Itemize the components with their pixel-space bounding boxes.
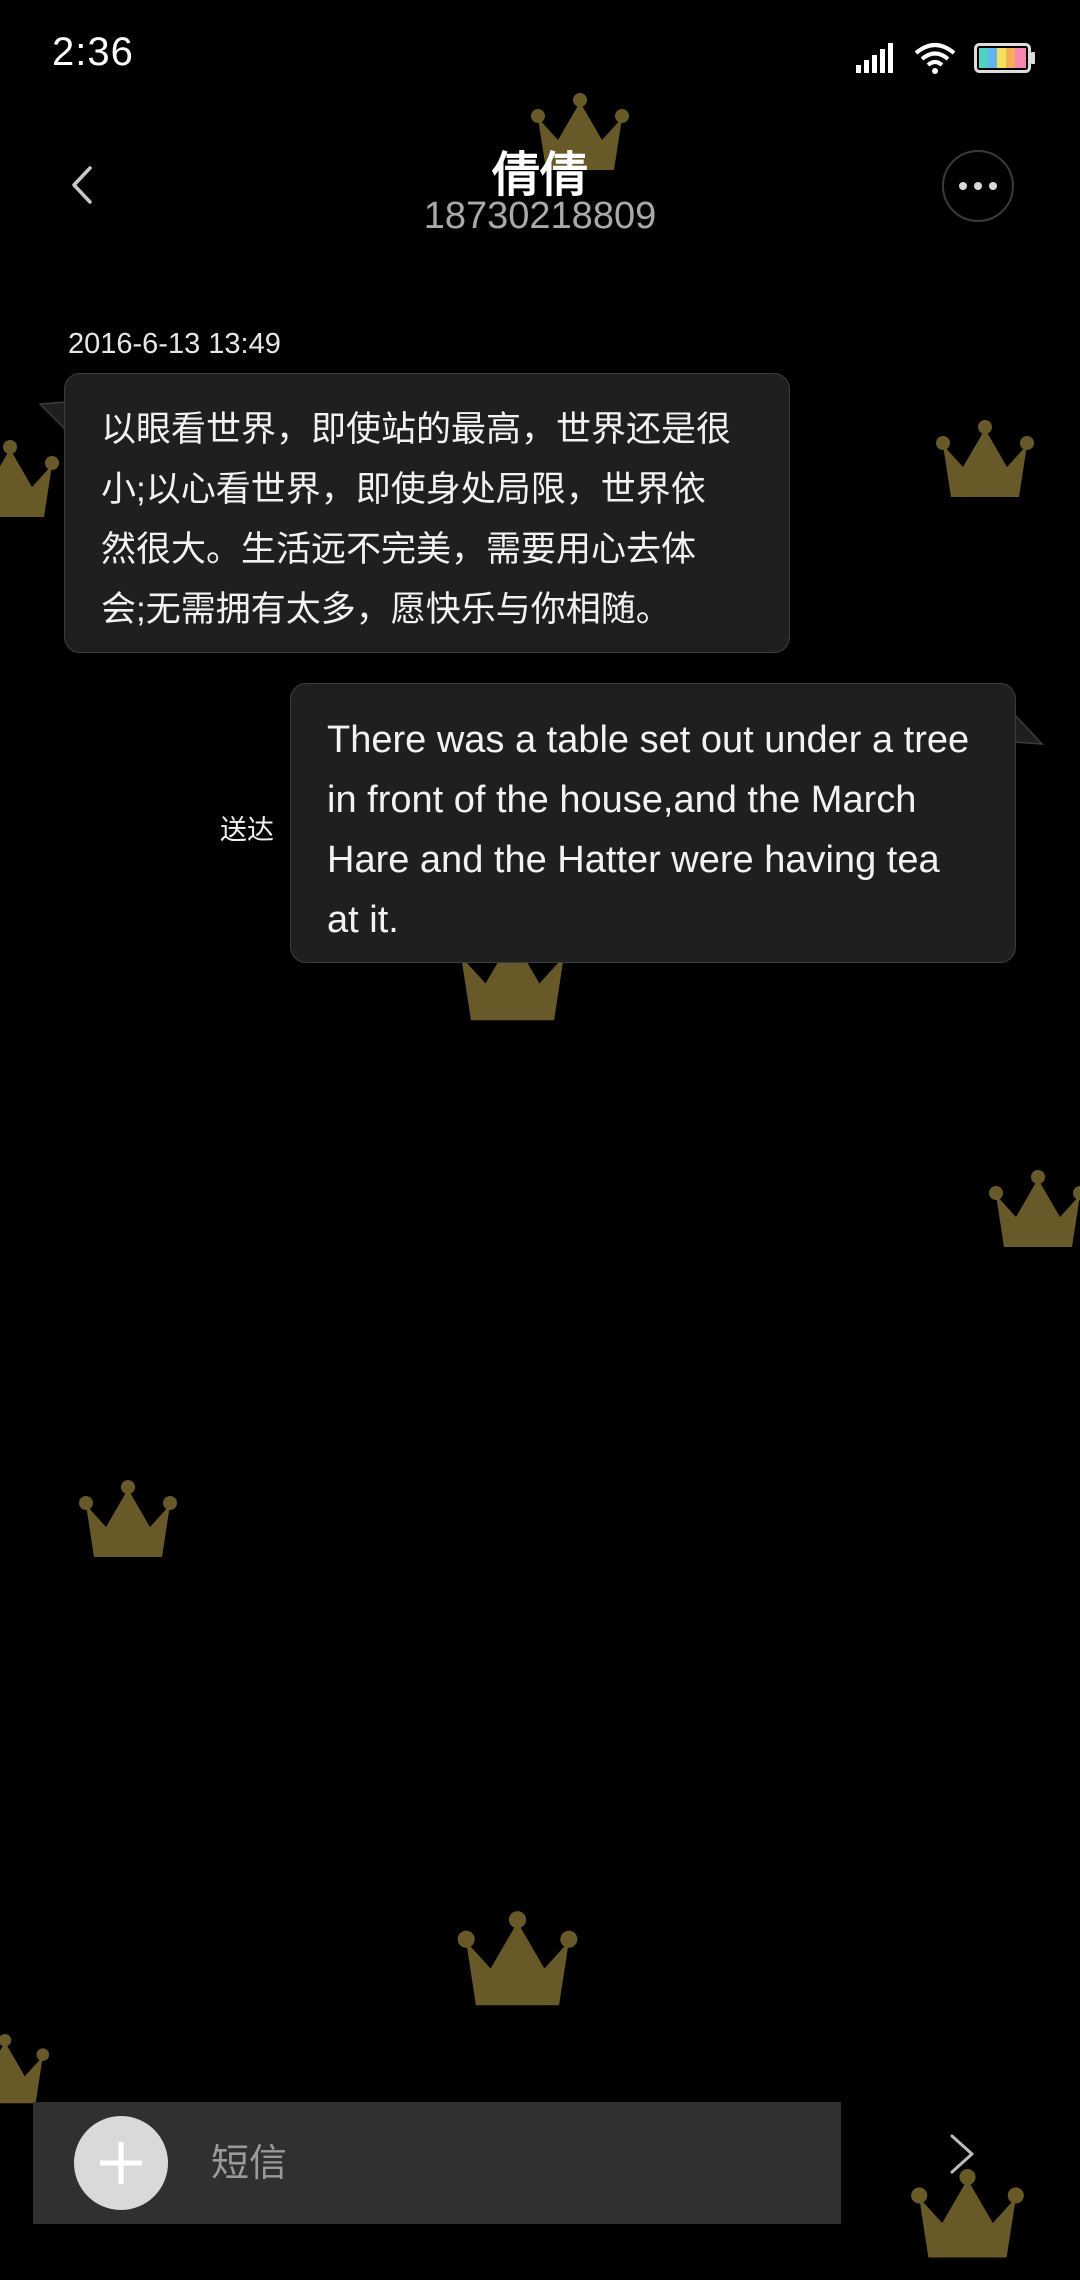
message-line: There was a table set out under a tree [327, 719, 970, 761]
message-line: 小;以心看世界，即使身处局限，世界依 [101, 470, 706, 509]
battery-icon [974, 43, 1036, 78]
message-line: in front of the house,and the March [327, 779, 917, 821]
status-time: 2:36 [52, 30, 134, 74]
send-chevron-icon[interactable] [942, 2124, 982, 2184]
status-icons [856, 42, 1036, 79]
message-input[interactable] [209, 2128, 813, 2200]
crown-decoration-icon [935, 415, 1035, 505]
outgoing-message-bubble[interactable]: There was a table set out under a tree i… [290, 683, 1016, 963]
crown-decoration-icon [78, 1475, 178, 1565]
message-timestamp: 2016-6-13 13:49 [68, 328, 281, 360]
wifi-icon [914, 42, 956, 79]
contact-number: 18730218809 [423, 195, 657, 237]
incoming-message-bubble[interactable]: 以眼看世界，即使站的最高，世界还是很 小;以心看世界，即使身处局限，世界依 然很… [64, 373, 790, 653]
crown-decoration-icon [0, 425, 60, 535]
more-dot-icon [959, 182, 967, 190]
message-line: 以眼看世界，即使站的最高，世界还是很 [101, 410, 732, 449]
status-bar: 2:36 [0, 0, 1080, 120]
message-line: 会;无需拥有太多，愿快乐与你相随。 [101, 590, 671, 629]
crown-decoration-icon [455, 1905, 580, 2015]
message-line: 然很大。生活远不完美，需要用心去体 [101, 530, 697, 569]
message-line: Hare and the Hatter were having tea [327, 839, 940, 881]
message-composer [33, 2102, 841, 2224]
outgoing-bubble-tail-icon [1013, 712, 1044, 745]
more-dot-icon [989, 182, 997, 190]
more-dot-icon [974, 182, 982, 190]
message-line: at it. [327, 899, 399, 941]
crown-decoration-icon [988, 1160, 1080, 1260]
more-options-button[interactable] [942, 150, 1014, 222]
add-attachment-button[interactable] [74, 2116, 168, 2210]
delivery-status: 送达 [220, 815, 274, 845]
signal-icon [856, 43, 896, 78]
